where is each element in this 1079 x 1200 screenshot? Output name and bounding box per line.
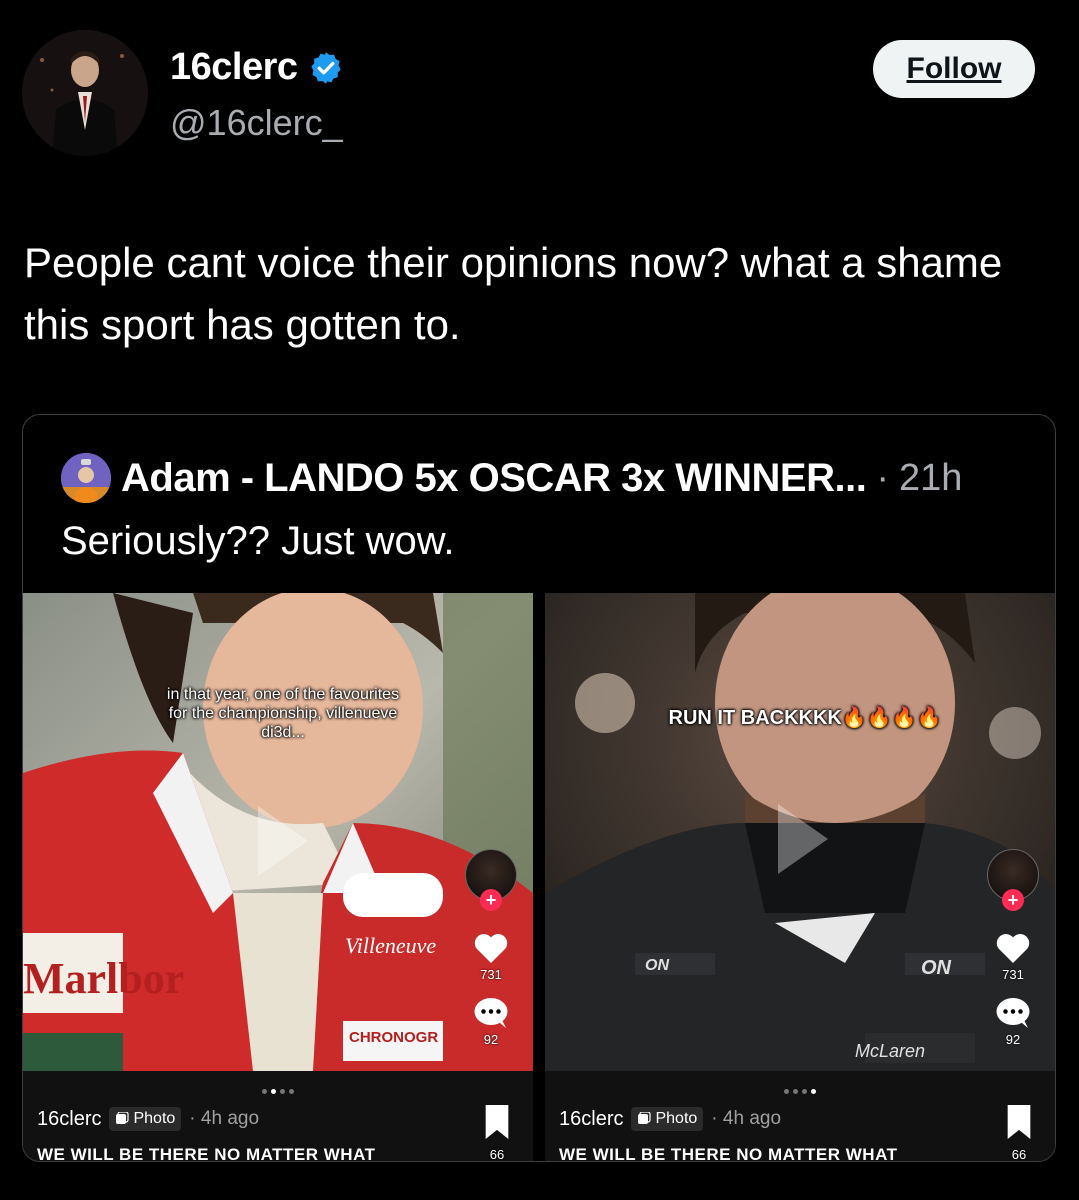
quoted-tweet-card[interactable]: Adam - LANDO 5x OSCAR 3x WINNER... · 21h… — [22, 414, 1056, 1162]
photo-badge-label: Photo — [133, 1110, 176, 1127]
post-time: · 4h ago — [711, 1108, 782, 1129]
post-time: · 4h ago — [189, 1108, 260, 1129]
quoted-tweet-text: Seriously?? Just wow. — [61, 519, 455, 563]
avatar-trophy-icon — [61, 453, 111, 503]
suit-team-text: McLaren — [855, 1041, 926, 1061]
follow-plus-icon[interactable]: + — [480, 889, 502, 911]
bookmark-count: 66 — [489, 1147, 505, 1161]
media-caption-left: in that year, one of the favourites for … — [166, 686, 400, 741]
carousel-dot-active — [811, 1089, 816, 1094]
bookmark-icon[interactable] — [483, 1105, 511, 1139]
comment-count: 92 — [483, 1032, 499, 1047]
follow-plus-icon[interactable]: + — [1002, 889, 1024, 911]
author-avatar[interactable] — [22, 30, 148, 156]
carousel-dots — [545, 1081, 1055, 1099]
side-action-rail: + 731 92 — [987, 849, 1039, 1047]
carousel-dot — [280, 1089, 285, 1094]
carousel-dot — [289, 1089, 294, 1094]
side-action-rail: + 731 92 — [465, 849, 517, 1047]
author-handle[interactable]: @16clerc_ — [170, 102, 343, 144]
carousel-dots — [23, 1081, 533, 1099]
comment-icon[interactable] — [473, 996, 509, 1030]
bookmark-action[interactable]: 66 — [483, 1105, 511, 1161]
quoted-author-avatar[interactable] — [61, 453, 111, 503]
photo-badge: Photo — [631, 1107, 704, 1131]
suit-sponsor-text: ON — [645, 957, 669, 974]
post-description: WE WILL BE THERE NO MATTER WHAT — [559, 1145, 898, 1161]
photo-villeneuve: in that year, one of the favourites for … — [23, 593, 533, 1071]
post-username[interactable]: 16clerc — [37, 1108, 101, 1131]
avatar-man-in-suit-icon — [22, 30, 148, 156]
quoted-separator: · — [876, 456, 889, 499]
carousel-dot — [802, 1089, 807, 1094]
bookmark-icon[interactable] — [1005, 1105, 1033, 1139]
like-count: 731 — [480, 967, 502, 982]
quoted-timestamp[interactable]: 21h — [899, 457, 962, 500]
carousel-dot — [262, 1089, 267, 1094]
post-username[interactable]: 16clerc — [559, 1108, 623, 1131]
like-count: 731 — [1002, 967, 1024, 982]
suit-name-text: Villeneuve — [345, 933, 437, 958]
verified-badge-icon — [310, 51, 341, 84]
author-name-row[interactable]: 16clerc — [170, 46, 344, 89]
suit-sponsor-text-2: ON — [921, 957, 951, 979]
play-icon[interactable] — [253, 801, 313, 881]
suit-sponsor-text: Marlbor — [23, 954, 185, 1003]
heart-icon[interactable] — [473, 931, 509, 965]
quoted-tweet-header: Adam - LANDO 5x OSCAR 3x WINNER... · 21h — [61, 453, 962, 503]
play-icon[interactable] — [773, 799, 833, 879]
media-caption-right: RUN IT BACKKKK🔥🔥🔥🔥 — [668, 707, 942, 729]
media-image-left[interactable]: in that year, one of the favourites for … — [23, 593, 533, 1161]
photo-icon — [638, 1112, 652, 1124]
author-display-name[interactable]: 16clerc — [170, 46, 298, 89]
follow-button[interactable]: Follow — [873, 40, 1035, 98]
photo-lando: RUN IT BACKKKK🔥🔥🔥🔥 ON ON McLaren + 731 9… — [545, 593, 1055, 1071]
bookmark-action[interactable]: 66 — [1005, 1105, 1033, 1161]
quoted-author-name[interactable]: Adam - LANDO 5x OSCAR 3x WINNER... — [121, 456, 867, 501]
bookmark-count: 66 — [1011, 1147, 1027, 1161]
comment-icon[interactable] — [995, 996, 1031, 1030]
photo-icon — [116, 1112, 130, 1124]
post-description: WE WILL BE THERE NO MATTER WHAT — [37, 1145, 376, 1161]
tweet-text: People cant voice their opinions now? wh… — [24, 239, 1003, 348]
post-meta-row: 16clerc Photo · 4h ago — [559, 1107, 781, 1131]
carousel-dot — [793, 1089, 798, 1094]
heart-icon[interactable] — [995, 931, 1031, 965]
photo-badge: Photo — [109, 1107, 182, 1131]
carousel-dot — [784, 1089, 789, 1094]
comment-count: 92 — [1005, 1032, 1021, 1047]
media-image-right[interactable]: RUN IT BACKKKK🔥🔥🔥🔥 ON ON McLaren + 731 9… — [545, 593, 1055, 1161]
post-meta-row: 16clerc Photo · 4h ago — [37, 1107, 259, 1131]
photo-badge-label: Photo — [655, 1110, 698, 1127]
carousel-dot-active — [271, 1089, 276, 1094]
suit-badge-text: CHRONOGR — [349, 1029, 439, 1046]
